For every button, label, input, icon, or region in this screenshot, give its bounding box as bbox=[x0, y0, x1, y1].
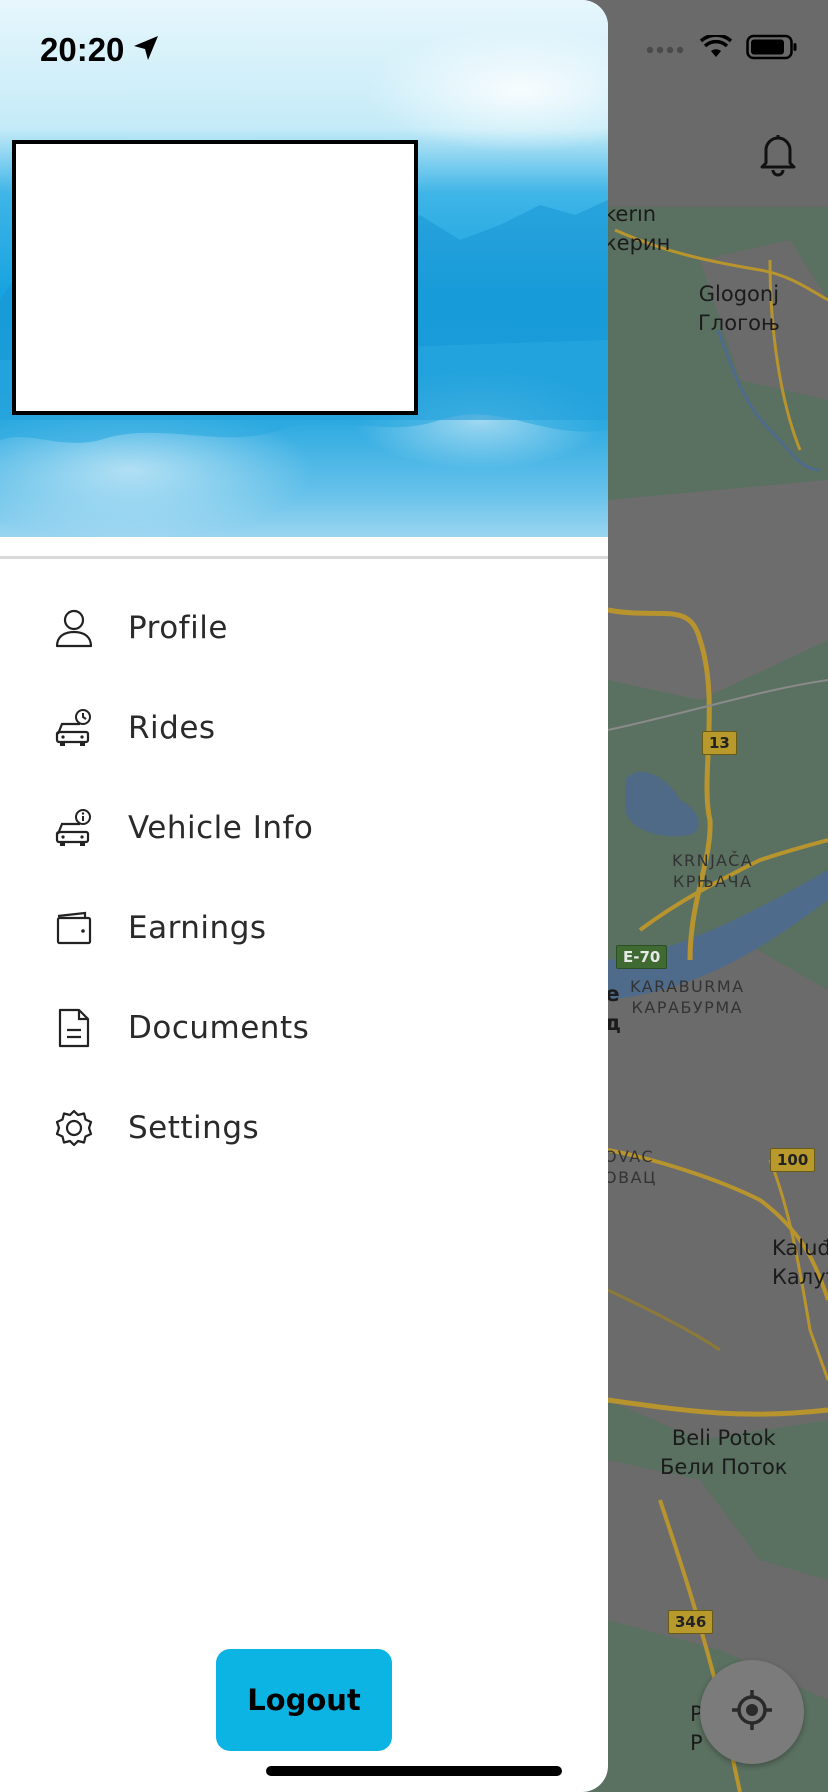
menu-label-vehicle-info: Vehicle Info bbox=[128, 810, 314, 846]
header-divider bbox=[0, 556, 608, 559]
menu-item-earnings[interactable]: Earnings bbox=[0, 878, 608, 978]
road-shield: 346 bbox=[668, 1610, 714, 1634]
map-label: Beli Potok Бели Поток bbox=[660, 1426, 788, 1479]
notification-button[interactable] bbox=[746, 124, 810, 188]
location-arrow-icon bbox=[132, 34, 160, 66]
signal-icon bbox=[646, 40, 686, 59]
profile-photo-placeholder[interactable] bbox=[12, 140, 418, 415]
map-label: KRNJAČA КРЊАЧА bbox=[672, 851, 754, 891]
crosshair-icon bbox=[730, 1688, 774, 1736]
home-indicator bbox=[266, 1766, 562, 1776]
wifi-icon bbox=[699, 33, 733, 63]
status-time: 20:20 bbox=[40, 31, 125, 68]
map-label: KaluđКалуђ bbox=[772, 1236, 828, 1289]
menu-item-documents[interactable]: Documents bbox=[0, 978, 608, 1078]
map-label: Glogonj Глогоњ bbox=[698, 282, 780, 335]
drawer-menu: Profile Rides Vehicle Info Earnings Docu… bbox=[0, 578, 608, 1178]
menu-label-settings: Settings bbox=[128, 1110, 260, 1146]
battery-icon bbox=[746, 34, 798, 64]
my-location-button[interactable] bbox=[700, 1660, 804, 1764]
menu-label-documents: Documents bbox=[128, 1010, 310, 1046]
road-shield: 13 bbox=[702, 731, 737, 755]
person-icon bbox=[54, 608, 94, 648]
gear-icon bbox=[54, 1108, 94, 1148]
map-label: kerin керин bbox=[604, 202, 671, 255]
road-shield: 100 bbox=[770, 1148, 816, 1172]
road-shield: E-70 bbox=[616, 945, 668, 969]
map-label: KARABURMA КАРАБУРМА bbox=[630, 977, 745, 1017]
menu-label-earnings: Earnings bbox=[128, 910, 267, 946]
menu-label-profile: Profile bbox=[128, 610, 228, 646]
menu-item-rides[interactable]: Rides bbox=[0, 678, 608, 778]
menu-item-profile[interactable]: Profile bbox=[0, 578, 608, 678]
menu-item-settings[interactable]: Settings bbox=[0, 1078, 608, 1178]
drawer-header-image: 20:20 bbox=[0, 0, 608, 537]
status-bar-left: 20:20 bbox=[40, 28, 160, 72]
status-bar-right bbox=[646, 33, 798, 64]
map-label: OVAC ОВАЦ bbox=[604, 1147, 657, 1187]
bell-icon bbox=[758, 131, 798, 181]
logout-button[interactable]: Logout bbox=[216, 1649, 392, 1751]
document-icon bbox=[54, 1008, 94, 1048]
wallet-icon bbox=[54, 908, 94, 948]
menu-item-vehicle-info[interactable]: Vehicle Info bbox=[0, 778, 608, 878]
menu-label-rides: Rides bbox=[128, 710, 216, 746]
car-info-icon bbox=[54, 808, 94, 848]
navigation-drawer: 20:20 Profile Rides Vehicle Info Earning… bbox=[0, 0, 608, 1792]
car-clock-icon bbox=[54, 708, 94, 748]
